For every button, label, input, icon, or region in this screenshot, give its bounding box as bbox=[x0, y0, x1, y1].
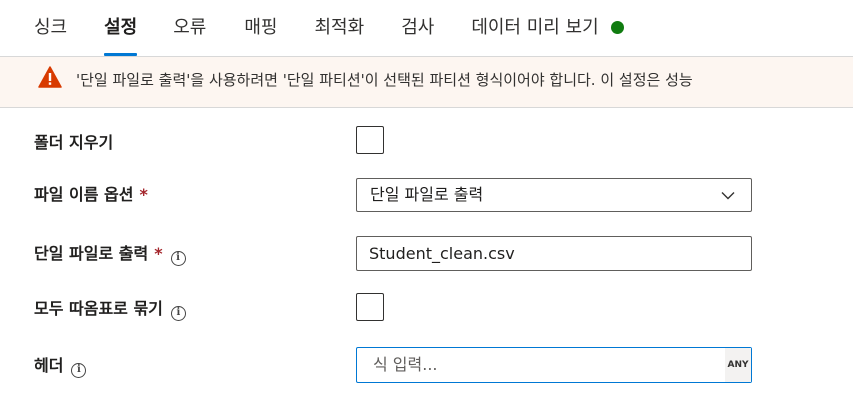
header-expression-placeholder: 식 입력... bbox=[373, 355, 438, 374]
clear-folder-row: 폴더 지우기 bbox=[0, 123, 853, 163]
warning-banner: '단일 파일로 출력'을 사용하려면 '단일 파티션'이 선택된 파티션 형식이… bbox=[0, 56, 853, 108]
type-badge: ANY bbox=[725, 348, 751, 382]
file-name-option-row: 파일 이름 옵션 * 단일 파일로 출력 bbox=[0, 178, 853, 218]
warning-banner-text: '단일 파일로 출력'을 사용하려면 '단일 파티션'이 선택된 파티션 형식이… bbox=[76, 71, 693, 89]
tab-data-preview[interactable]: 데이터 미리 보기 bbox=[471, 0, 624, 56]
tab-data-preview-label: 데이터 미리 보기 bbox=[471, 17, 599, 38]
sink-settings-page: 싱크 설정 오류 매핑 최적화 검사 데이터 미리 보기 '단일 파일로 출력'… bbox=[0, 0, 853, 415]
quote-all-row: 모두 따옴표로 묶기 i bbox=[0, 292, 853, 332]
file-name-option-value: 단일 파일로 출력 bbox=[370, 185, 484, 204]
info-icon[interactable]: i bbox=[170, 306, 186, 321]
header-row: 헤더 i 식 입력... ANY bbox=[0, 347, 853, 387]
required-mark: * bbox=[139, 185, 148, 204]
tab-inspect[interactable]: 검사 bbox=[401, 0, 434, 56]
tab-sink[interactable]: 싱크 bbox=[34, 0, 67, 56]
file-name-option-label-text: 파일 이름 옵션 bbox=[34, 185, 134, 204]
header-label-text: 헤더 bbox=[34, 356, 64, 375]
header-label: 헤더 i bbox=[34, 356, 87, 378]
quote-all-label-text: 모두 따옴표로 묶기 bbox=[34, 299, 163, 318]
tab-bar: 싱크 설정 오류 매핑 최적화 검사 데이터 미리 보기 bbox=[0, 0, 853, 56]
quote-all-checkbox[interactable] bbox=[356, 293, 384, 321]
clear-folder-checkbox[interactable] bbox=[356, 126, 384, 154]
output-single-file-label-text: 단일 파일로 출력 bbox=[34, 244, 149, 263]
output-single-file-label: 단일 파일로 출력 * i bbox=[34, 244, 186, 266]
file-name-option-label: 파일 이름 옵션 * bbox=[34, 185, 148, 205]
info-icon[interactable]: i bbox=[71, 363, 87, 378]
warning-icon bbox=[38, 66, 62, 88]
quote-all-label: 모두 따옴표로 묶기 i bbox=[34, 299, 186, 321]
output-single-file-row: 단일 파일로 출력 * i bbox=[0, 236, 853, 276]
tab-errors[interactable]: 오류 bbox=[173, 0, 206, 56]
tab-mapping[interactable]: 매핑 bbox=[244, 0, 277, 56]
chevron-down-icon bbox=[721, 192, 735, 200]
file-name-option-select[interactable]: 단일 파일로 출력 bbox=[356, 178, 752, 212]
tab-settings[interactable]: 설정 bbox=[104, 0, 138, 56]
header-expression-input[interactable]: 식 입력... ANY bbox=[356, 347, 752, 383]
tab-optimize[interactable]: 최적화 bbox=[315, 0, 365, 56]
required-mark: * bbox=[154, 244, 163, 263]
output-single-file-input[interactable] bbox=[356, 236, 752, 271]
info-icon[interactable]: i bbox=[170, 251, 186, 266]
status-success-icon bbox=[610, 21, 624, 34]
clear-folder-label: 폴더 지우기 bbox=[34, 133, 114, 152]
